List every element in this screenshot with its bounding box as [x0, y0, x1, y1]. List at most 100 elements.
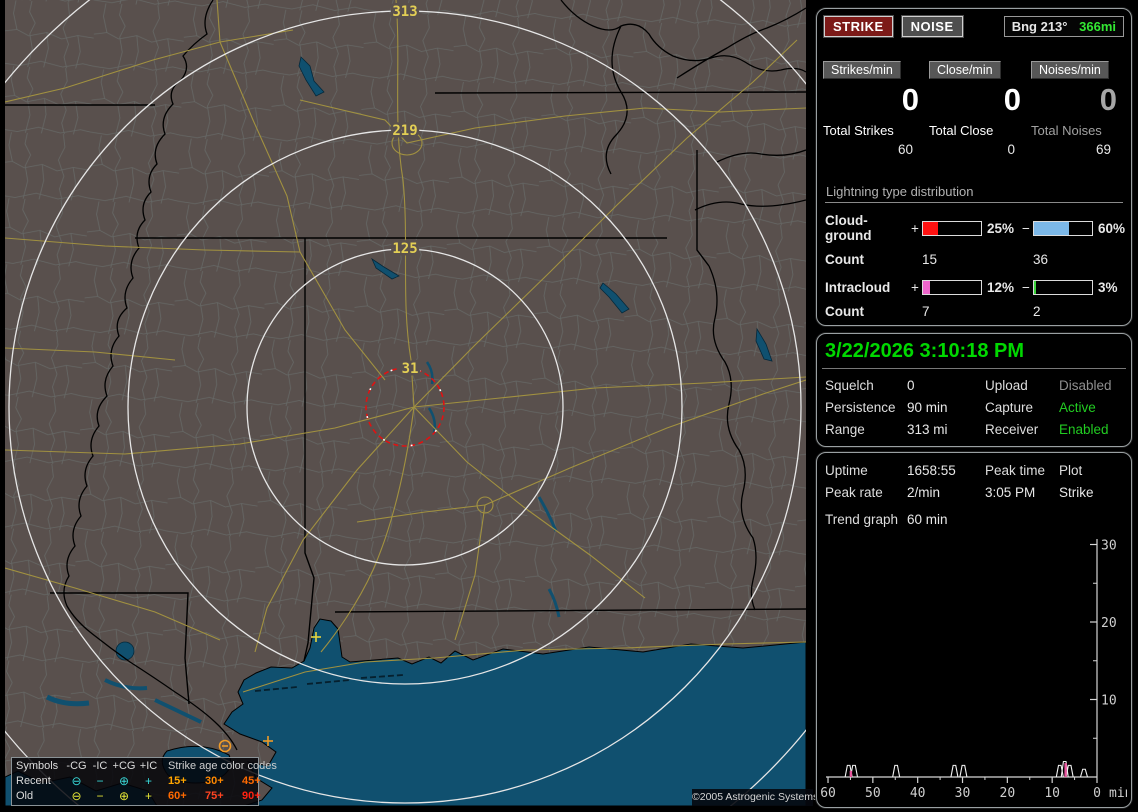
peak-time-value: 3:05 PM [985, 485, 1036, 500]
noises-column: Noises/min 0 Total Noises 69 [1031, 61, 1127, 157]
plot-label: Plot [1059, 463, 1083, 478]
peak-rate-value: 2/min [907, 485, 941, 500]
squelch-value: 0 [907, 378, 915, 393]
ic-positive-bar [922, 280, 982, 295]
svg-text:min: min [1109, 786, 1127, 801]
upload-label: Upload [985, 378, 1028, 393]
status-panel: 3/22/2026 3:10:18 PM Squelch 0 Upload Di… [816, 333, 1132, 447]
ring-label-313: 313 [392, 4, 417, 20]
copyright-label: ©2005 Astrogenic Systems [692, 789, 818, 806]
neg-ic-recent-icon: − [96, 774, 104, 788]
pos-ic-old-icon: + [144, 789, 152, 803]
ring-label-219: 219 [392, 123, 417, 139]
persistence-value: 90 min [907, 400, 948, 415]
pos-cg-recent-icon: ⊕ [118, 774, 130, 788]
capture-label: Capture [985, 400, 1034, 415]
pos-cg-old-icon: ⊕ [118, 789, 130, 803]
count-label: Count [825, 304, 864, 319]
capture-value: Active [1059, 400, 1096, 415]
svg-text:60: 60 [821, 786, 836, 801]
svg-text:30: 30 [1101, 539, 1117, 554]
persistence-label: Persistence [825, 400, 896, 415]
total-close-label: Total Close [929, 123, 994, 138]
cg-negative-pct: 60% [1098, 220, 1126, 236]
bearing-label: Bng 213° [1011, 19, 1068, 34]
total-strikes-value: 60 [897, 142, 913, 157]
ic-negative-bar [1033, 280, 1093, 295]
total-noises-value: 69 [1095, 142, 1111, 157]
cloud-ground-count-row: Count 15 36 [825, 252, 1125, 267]
squelch-label: Squelch [825, 378, 874, 393]
svg-text:50: 50 [865, 786, 881, 801]
map-view[interactable]: 313 219 125 31 Symbols -CG -IC +CG +IC S… [0, 0, 921, 812]
peak-time-label: Peak time [985, 463, 1046, 478]
distribution-title: Lightning type distribution [825, 184, 1123, 203]
range-label: Range [825, 422, 865, 437]
strike-toggle-button[interactable]: STRIKE [823, 15, 894, 38]
age-45: 45+ [242, 775, 261, 787]
lightning-map: 313 219 125 31 [0, 0, 921, 812]
pos-ic-recent-icon: + [144, 774, 152, 788]
svg-text:40: 40 [910, 786, 926, 801]
cg-positive-count: 15 [922, 252, 938, 267]
datetime-display: 3/22/2026 3:10:18 PM [825, 340, 1025, 362]
total-noises-label: Total Noises [1031, 123, 1102, 138]
cg-positive-pct: 25% [987, 220, 1015, 236]
age-15: 15+ [168, 775, 187, 787]
minus-sign: − [1022, 280, 1030, 295]
total-strikes-label: Total Strikes [823, 123, 894, 138]
trend-graph-label: Trend graph [825, 512, 899, 527]
legend-age-title: Strike age color codes [168, 760, 277, 772]
age-30: 30+ [205, 775, 224, 787]
counters-panel: STRIKE NOISE Bng 213° 366mi Strikes/min … [816, 8, 1132, 326]
strikes-column: Strikes/min 0 Total Strikes 60 [823, 61, 929, 157]
count-label: Count [825, 252, 864, 267]
map-legend: Symbols -CG -IC +CG +IC Strike age color… [11, 757, 277, 806]
age-60: 60+ [168, 790, 187, 802]
svg-text:20: 20 [1000, 786, 1016, 801]
svg-text:10: 10 [1101, 694, 1117, 709]
uptime-value: 1658:55 [907, 463, 956, 478]
close-rate-value: 0 [1003, 82, 1021, 117]
legend-symbols-header: Symbols [16, 760, 59, 772]
svg-text:30: 30 [955, 786, 971, 801]
ring-label-31: 31 [402, 361, 419, 377]
session-panel: Uptime 1658:55 Peak time Plot Peak rate … [816, 452, 1132, 808]
svg-text:0: 0 [1093, 786, 1101, 801]
range-value: 313 mi [907, 422, 948, 437]
minus-sign: − [1022, 220, 1030, 236]
cg-negative-bar [1033, 220, 1093, 236]
ring-label-125: 125 [392, 241, 417, 257]
age-75: 75+ [205, 790, 224, 802]
peak-rate-label: Peak rate [825, 485, 883, 500]
noise-toggle-button[interactable]: NOISE [900, 15, 964, 38]
svg-text:20: 20 [1101, 616, 1117, 631]
trend-window-value: 60 min [907, 512, 948, 527]
receiver-label: Receiver [985, 422, 1039, 437]
intracloud-count-row: Count 7 2 [825, 304, 1125, 319]
ic-positive-pct: 12% [987, 280, 1015, 295]
receiver-value: Enabled [1059, 422, 1109, 437]
svg-text:10: 10 [1044, 786, 1060, 801]
bearing-readout: Bng 213° 366mi [1003, 16, 1124, 37]
legend-row-recent-label: Recent [16, 775, 51, 787]
cg-positive-bar [922, 220, 982, 236]
noises-rate-value: 0 [1099, 82, 1117, 117]
plot-mode-value: Strike [1059, 485, 1094, 500]
plus-sign: + [911, 280, 919, 295]
bearing-distance: 366mi [1079, 19, 1116, 34]
close-per-min-chip: Close/min [929, 61, 1001, 79]
ic-negative-count: 2 [1033, 304, 1041, 319]
upload-value: Disabled [1059, 378, 1112, 393]
intracloud-row: Intracloud + 12% − 3% [825, 280, 1125, 295]
cloud-ground-label: Cloud-ground [825, 213, 872, 243]
noises-per-min-chip: Noises/min [1031, 61, 1109, 79]
plus-sign: + [911, 220, 919, 236]
cloud-ground-row: Cloud-ground + 25% − 60% [825, 213, 1125, 243]
ic-positive-count: 7 [922, 304, 930, 319]
neg-cg-recent-icon: ⊖ [71, 774, 82, 788]
strikes-per-min-chip: Strikes/min [823, 61, 901, 79]
age-90: 90+ [242, 790, 261, 802]
uptime-label: Uptime [825, 463, 868, 478]
neg-ic-old-icon: − [96, 789, 104, 803]
